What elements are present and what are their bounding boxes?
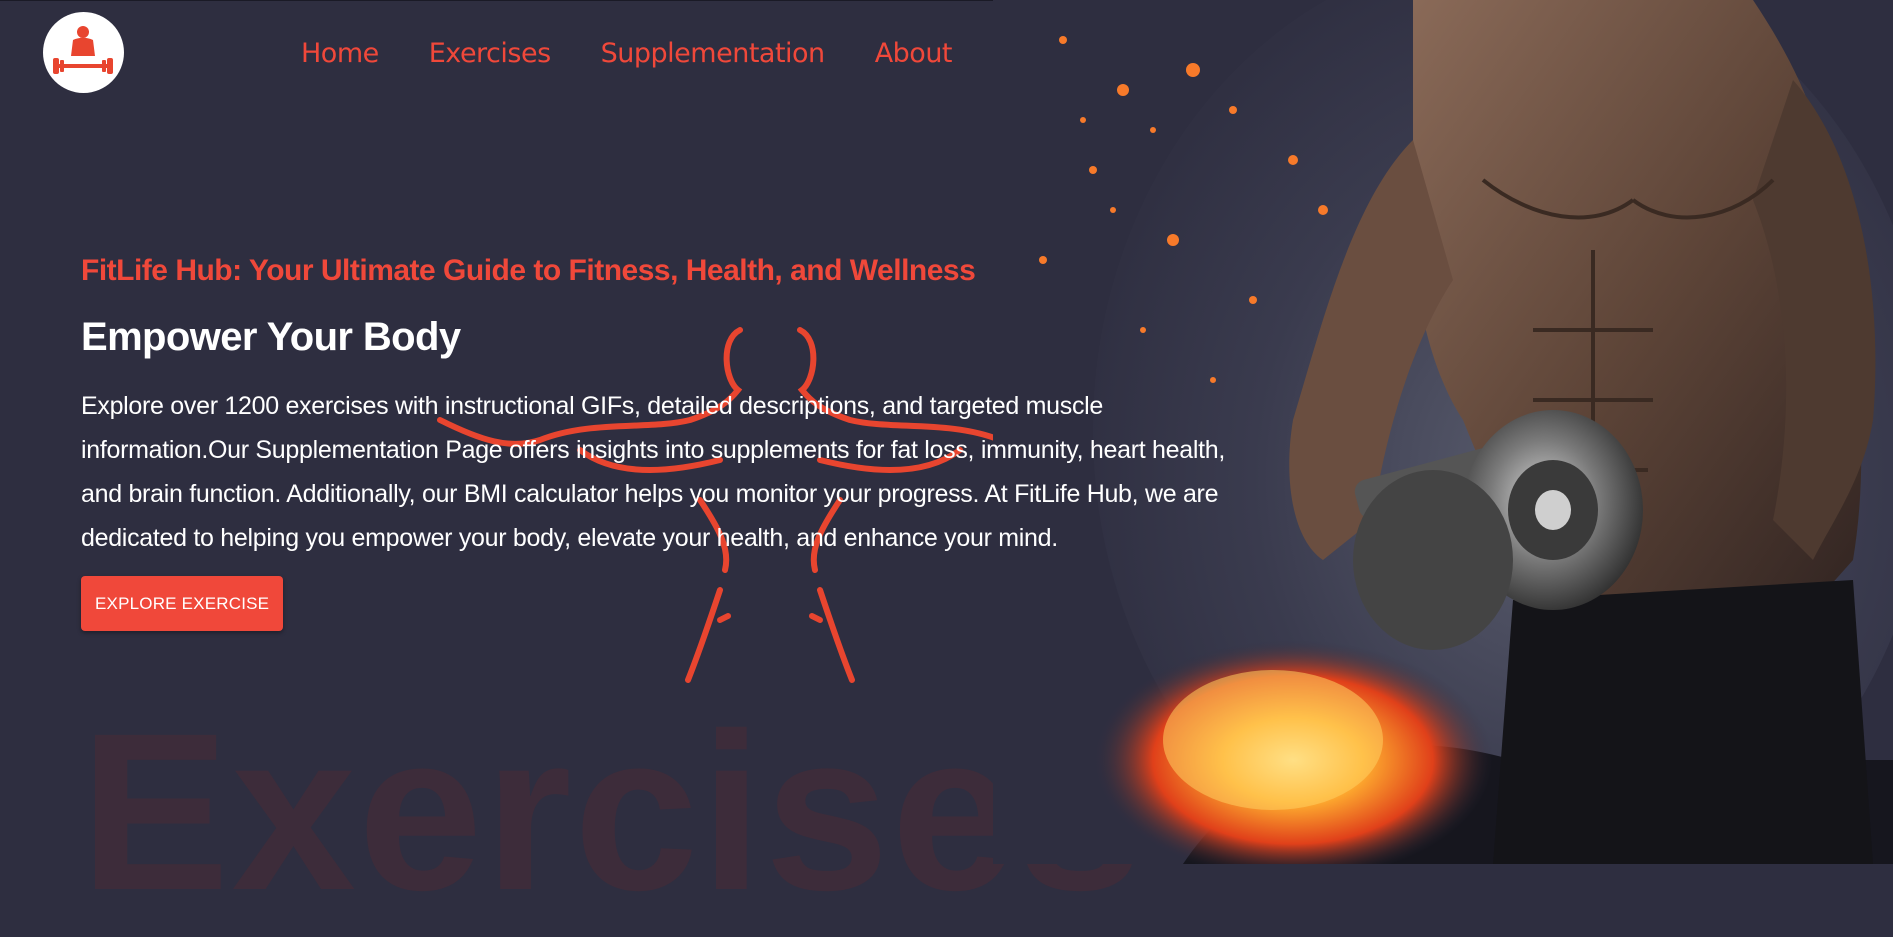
hero-headline: Empower Your Body	[81, 315, 461, 359]
nav-item-exercises[interactable]: Exercises	[429, 36, 551, 72]
weightlifter-logo-icon[interactable]	[43, 12, 124, 93]
hero-tagline: FitLife Hub: Your Ultimate Guide to Fitn…	[81, 254, 976, 287]
nav-item-home[interactable]: Home	[301, 36, 379, 72]
explore-exercise-button[interactable]: EXPLORE EXERCISE	[81, 576, 284, 631]
exercises-watermark: Exercises	[80, 687, 1145, 937]
nav-item-supplementation[interactable]: Supplementation	[601, 36, 826, 72]
main-nav: Home Exercises Supplementation About	[301, 36, 1002, 72]
nav-item-about[interactable]: About	[875, 36, 953, 72]
hero-description: Explore over 1200 exercises with instruc…	[81, 392, 1225, 552]
hero-content: FitLife Hub: Your Ultimate Guide to Fitn…	[81, 250, 1261, 631]
